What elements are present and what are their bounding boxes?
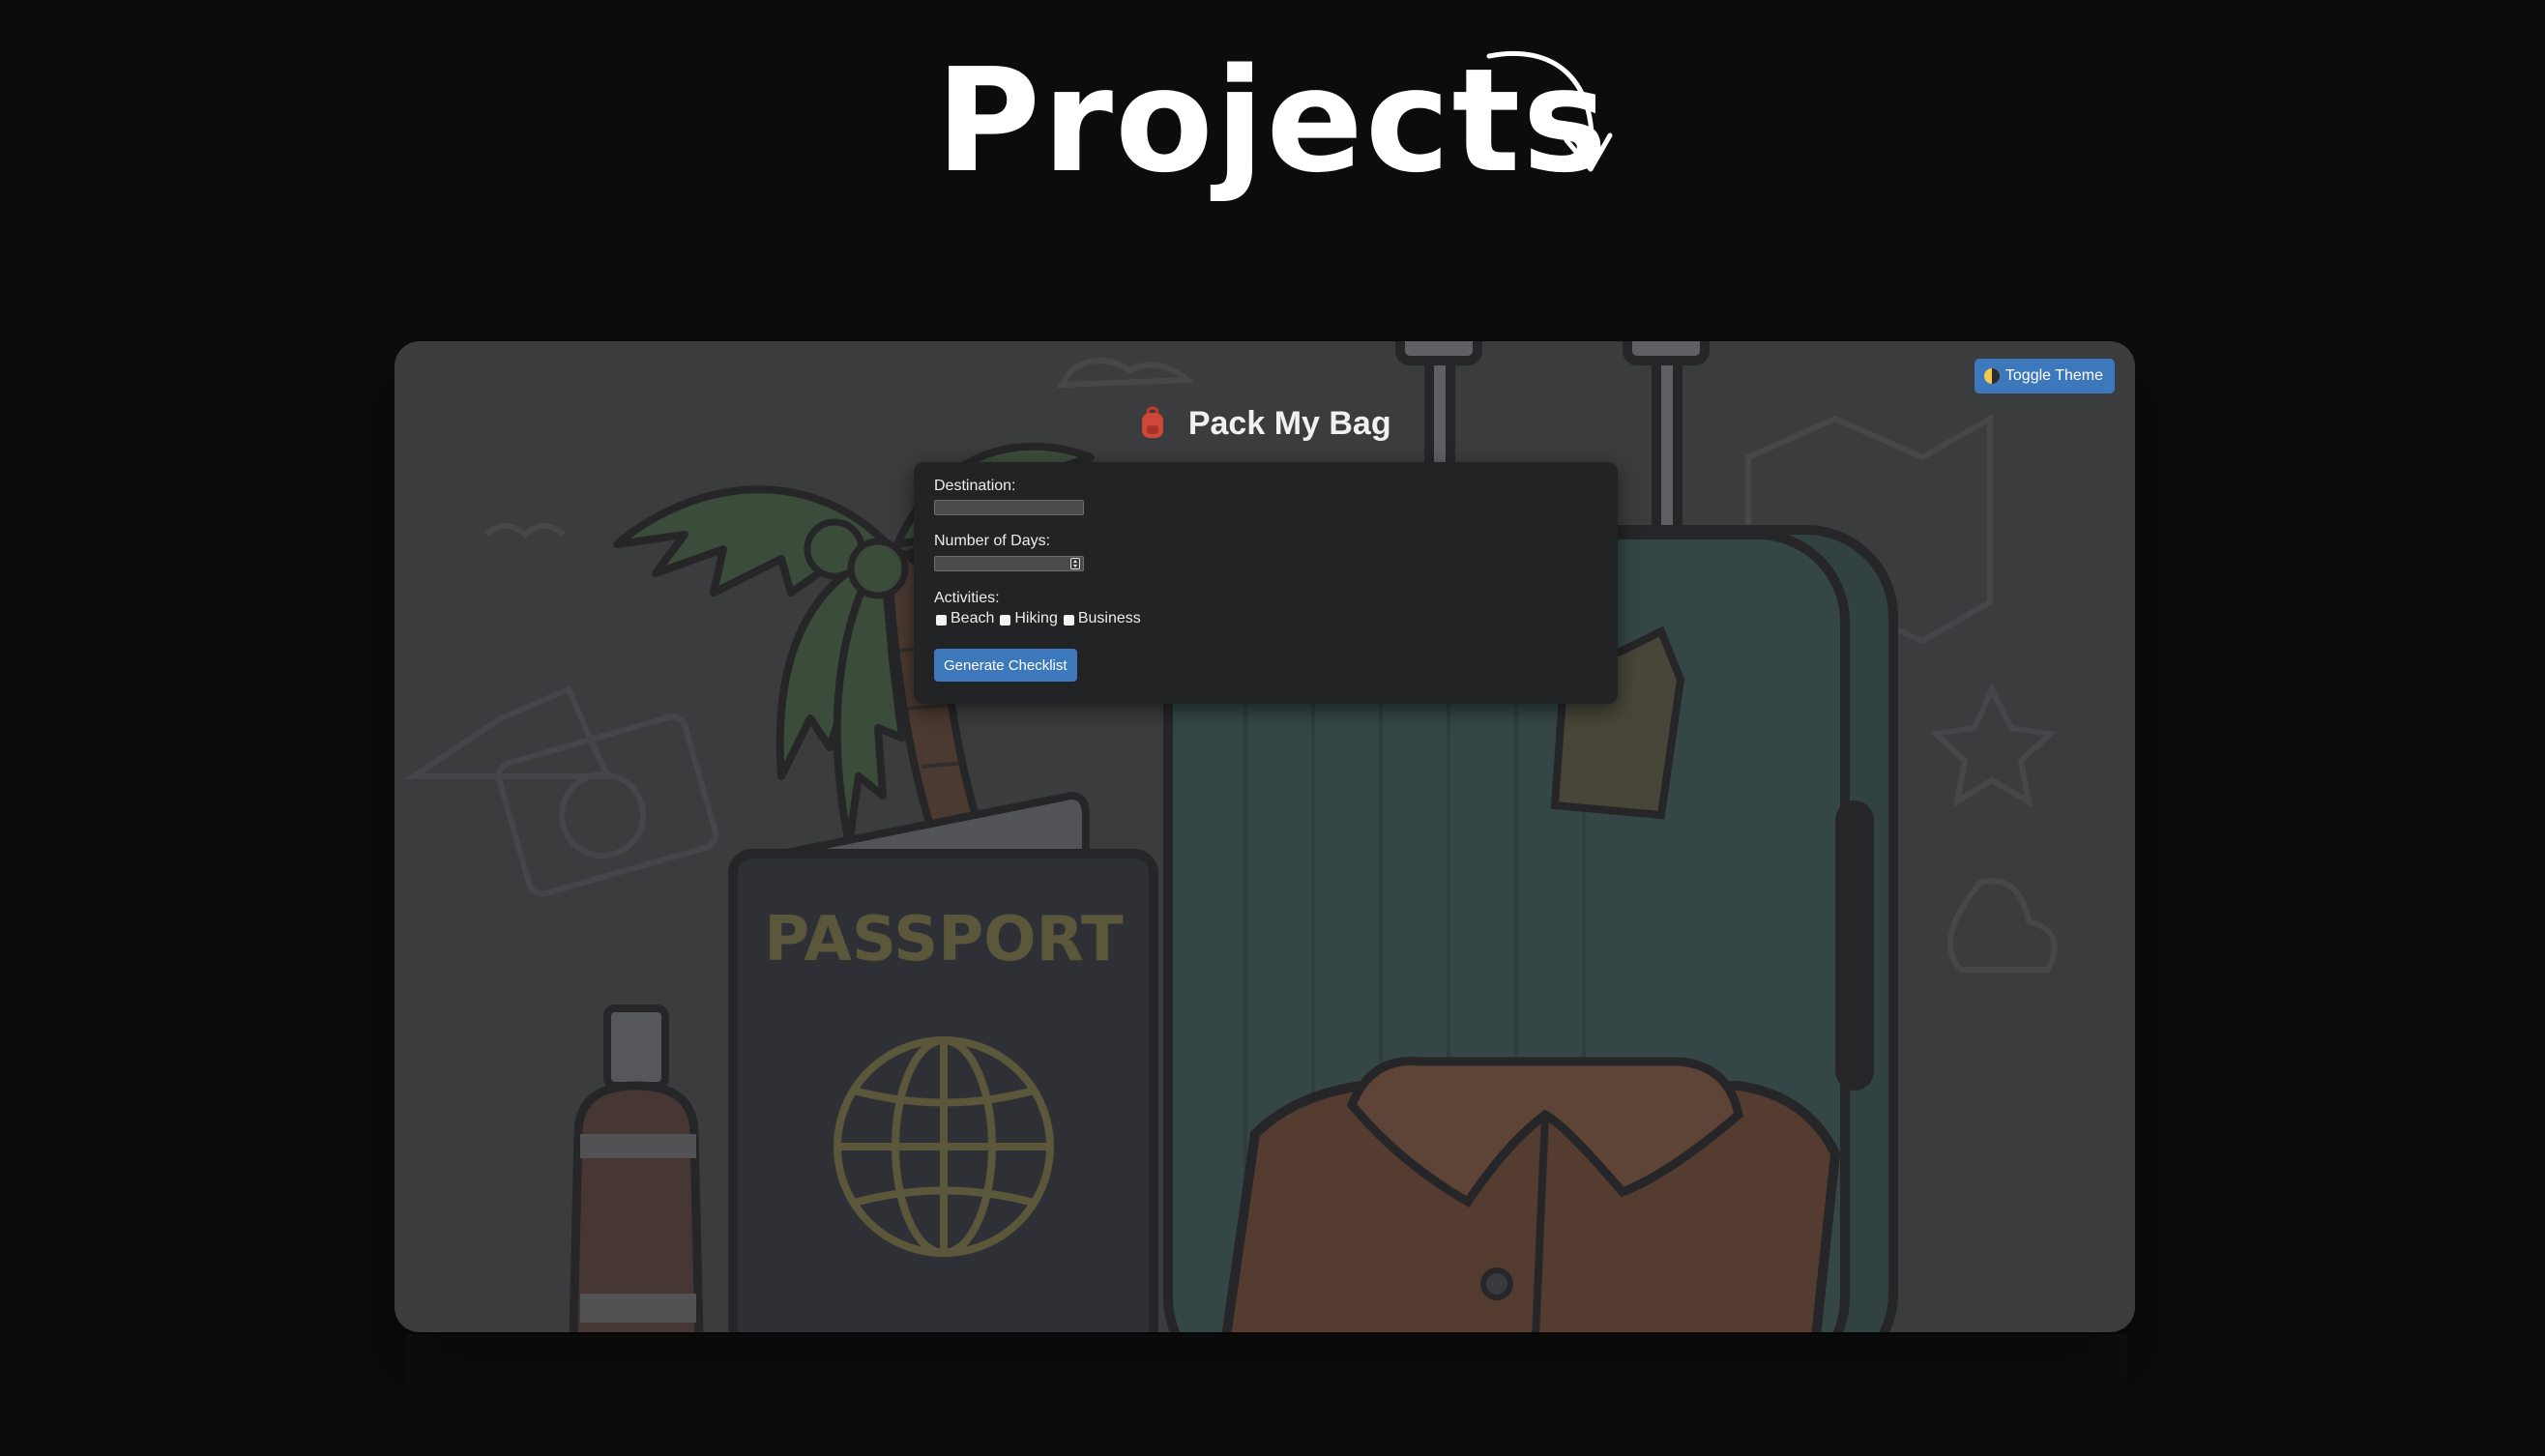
business-label: Business [1077, 610, 1141, 626]
days-label: Number of Days: [934, 533, 1051, 549]
app-title-text: Pack My Bag [1187, 405, 1391, 442]
destination-input[interactable] [934, 500, 1084, 515]
portfolio-section: Projects PASSPORT Toggle Theme Pack My B… [0, 0, 2545, 1456]
half-moon-icon [1983, 368, 2000, 384]
days-stepper-icon[interactable] [1070, 558, 1080, 569]
card-shadow [406, 1334, 2127, 1402]
days-input[interactable] [934, 556, 1084, 571]
business-checkbox[interactable] [1063, 615, 1074, 626]
app-title: Pack My Bag [395, 399, 2135, 448]
generate-checklist-button[interactable]: Generate Checklist [934, 649, 1077, 682]
section-title: Projects [935, 38, 1610, 204]
activities-group: Beach Hiking Business [934, 610, 1145, 627]
beach-checkbox[interactable] [936, 615, 947, 626]
backpack-icon [1142, 406, 1164, 439]
hiking-checkbox[interactable] [1000, 615, 1011, 626]
toggle-theme-label: Toggle Theme [2004, 367, 2103, 384]
toggle-theme-button[interactable]: Toggle Theme [1974, 359, 2115, 393]
activities-label: Activities: [934, 590, 1000, 606]
packing-form: Destination: Number of Days: Activities:… [914, 462, 1618, 704]
destination-label: Destination: [934, 478, 1016, 494]
project-preview-card[interactable]: PASSPORT Toggle Theme Pack My Bag Destin… [395, 341, 2135, 1332]
hiking-label: Hiking [1014, 610, 1058, 626]
curved-arrow-icon [1486, 50, 1613, 172]
beach-label: Beach [951, 610, 995, 626]
